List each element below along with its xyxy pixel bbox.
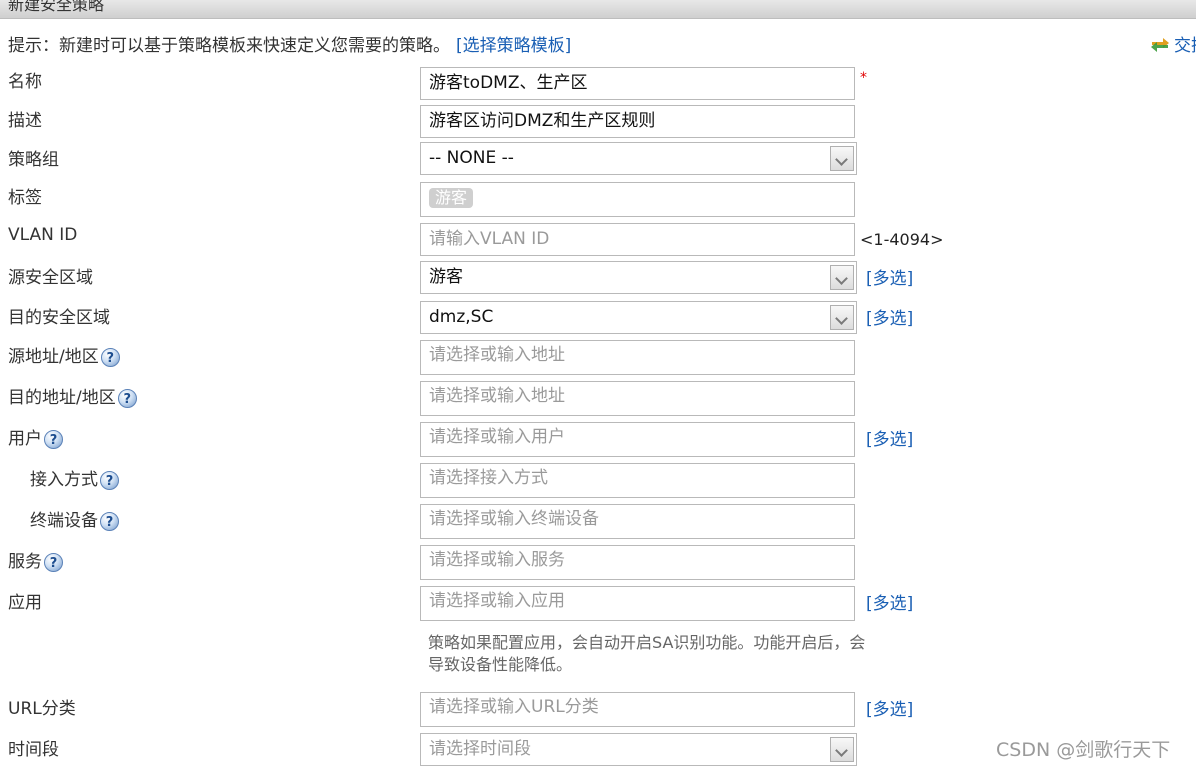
dst-zone-value: dmz,SC — [429, 307, 494, 327]
application-label: 应用 — [8, 593, 42, 613]
time-range-select[interactable]: 请选择时间段 — [420, 733, 857, 766]
src-zone-label: 源安全区域 — [8, 268, 93, 288]
tag-label: 标签 — [8, 188, 42, 208]
tag-chip[interactable]: 游客 — [429, 188, 474, 208]
url-category-multi-link[interactable]: [多选] — [866, 695, 913, 720]
description-label: 描述 — [8, 111, 42, 131]
dst-zone-select[interactable]: dmz,SC — [420, 301, 857, 334]
help-icon[interactable]: ? — [100, 348, 120, 367]
src-addr-input[interactable]: 请选择或输入地址 — [420, 340, 855, 375]
help-icon[interactable]: ? — [44, 553, 63, 572]
user-label: 用户? — [8, 424, 63, 449]
policy-group-select[interactable]: -- NONE -- — [420, 142, 857, 175]
terminal-label-text: 终端设备 — [30, 511, 98, 531]
swap-arrows-icon — [1151, 38, 1169, 52]
terminal-label: 终端设备? — [30, 506, 119, 531]
swap-label: 交换 — [1174, 36, 1196, 56]
dialog-title-bar: 新建安全策略 — [0, 0, 1196, 19]
hint-row: 提示：新建时可以基于策略模板来快速定义您需要的策略。 [选择策略模板] — [8, 31, 571, 56]
chevron-down-icon[interactable] — [830, 305, 854, 330]
dst-addr-label: 目的地址/地区? — [8, 383, 137, 408]
vlan-range-hint: <1-4094> — [860, 230, 944, 249]
required-mark: * — [860, 70, 867, 86]
name-input[interactable]: 游客toDMZ、生产区 — [420, 67, 855, 100]
src-addr-label-text: 源地址/地区 — [8, 347, 99, 367]
chevron-down-icon[interactable] — [830, 146, 854, 171]
service-input[interactable]: 请选择或输入服务 — [420, 545, 855, 580]
tag-input[interactable]: 游客 — [420, 182, 855, 217]
src-zone-select[interactable]: 游客 — [420, 261, 857, 294]
chevron-down-icon[interactable] — [830, 265, 854, 290]
help-icon[interactable]: ? — [100, 471, 119, 490]
url-category-input[interactable]: 请选择或输入URL分类 — [420, 692, 855, 727]
application-input[interactable]: 请选择或输入应用 — [420, 586, 855, 621]
policy-group-label: 策略组 — [8, 150, 59, 170]
access-mode-label-text: 接入方式 — [30, 470, 98, 490]
vlan-input[interactable]: 请输入VLAN ID — [420, 223, 855, 256]
application-multi-link[interactable]: [多选] — [866, 589, 913, 614]
dst-zone-label: 目的安全区域 — [8, 308, 110, 328]
watermark: CSDN @剑歌行天下 — [996, 739, 1171, 761]
swap-button[interactable]: 交换 — [1150, 31, 1196, 56]
dst-addr-input[interactable]: 请选择或输入地址 — [420, 381, 855, 416]
help-icon[interactable]: ? — [117, 389, 137, 408]
access-mode-input[interactable]: 请选择接入方式 — [420, 463, 855, 498]
help-icon[interactable]: ? — [44, 430, 63, 449]
user-multi-link[interactable]: [多选] — [866, 425, 913, 450]
src-zone-multi-link[interactable]: [多选] — [866, 264, 913, 289]
service-label: 服务? — [8, 547, 63, 572]
description-input[interactable]: 游客区访问DMZ和生产区规则 — [420, 105, 855, 138]
url-category-label: URL分类 — [8, 699, 76, 719]
service-label-text: 服务 — [8, 552, 42, 572]
access-mode-label: 接入方式? — [30, 465, 119, 490]
chevron-down-icon[interactable] — [830, 737, 854, 762]
user-label-text: 用户 — [8, 429, 42, 449]
terminal-input[interactable]: 请选择或输入终端设备 — [420, 504, 855, 539]
hint-text: 提示：新建时可以基于策略模板来快速定义您需要的策略。 — [8, 36, 450, 56]
help-icon[interactable]: ? — [100, 512, 119, 531]
dialog-title: 新建安全策略 — [8, 0, 105, 14]
application-note: 策略如果配置应用，会自动开启SA识别功能。功能开启后，会导致设备性能降低。 — [428, 633, 866, 674]
time-range-value: 请选择时间段 — [429, 739, 531, 759]
src-addr-label: 源地址/地区? — [8, 342, 120, 367]
select-template-link[interactable]: [选择策略模板] — [456, 36, 571, 56]
policy-group-value: -- NONE -- — [429, 148, 514, 168]
user-input[interactable]: 请选择或输入用户 — [420, 422, 855, 457]
time-range-label: 时间段 — [8, 740, 59, 760]
name-label: 名称 — [8, 72, 42, 92]
src-zone-value: 游客 — [429, 267, 463, 287]
vlan-label: VLAN ID — [8, 225, 78, 245]
dst-addr-label-text: 目的地址/地区 — [8, 388, 116, 408]
dst-zone-multi-link[interactable]: [多选] — [866, 304, 913, 329]
